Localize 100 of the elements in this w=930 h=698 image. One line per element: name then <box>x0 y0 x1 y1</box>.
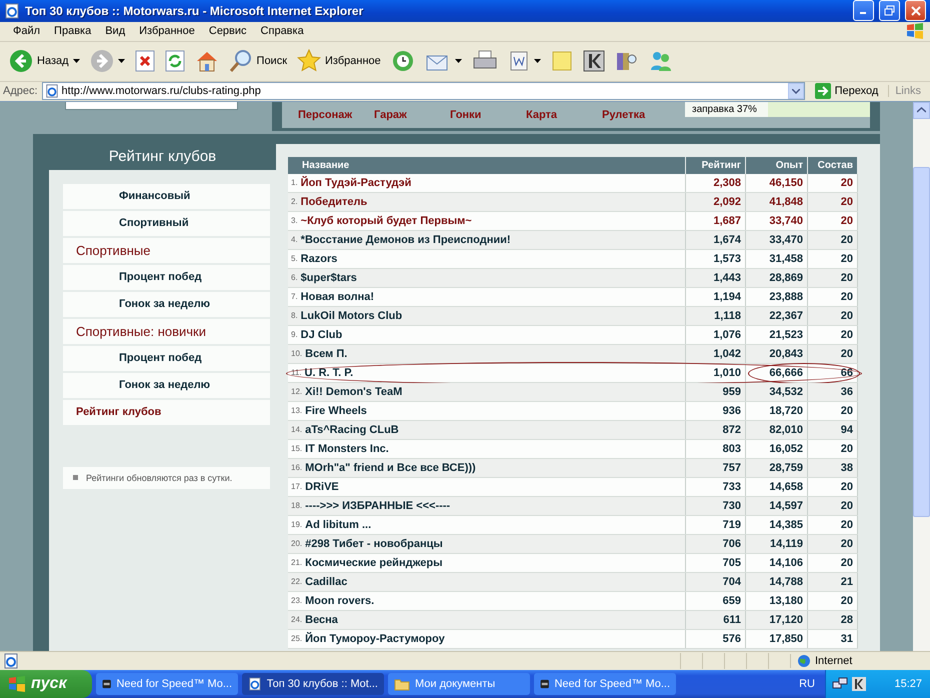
menu-item[interactable]: Файл <box>6 25 48 38</box>
club-name[interactable]: DJ Club <box>300 328 342 341</box>
rank-number: 16. <box>291 463 302 472</box>
table-cell: 576 <box>686 630 746 648</box>
rank-number: 3. <box>291 216 298 226</box>
table-cell: 41,848 <box>746 192 808 211</box>
sidebar-heading[interactable]: Спортивные: новички <box>63 318 270 344</box>
nav-link[interactable]: Персонаж <box>298 108 374 121</box>
table-cell: 38 <box>808 458 858 477</box>
club-name[interactable]: IT Monsters Inc. <box>305 442 389 455</box>
club-name[interactable]: aTs^Racing CLuB <box>305 424 399 436</box>
scroll-up-button[interactable] <box>913 102 930 119</box>
close-icon <box>910 6 920 16</box>
nav-link[interactable]: Карта <box>526 108 602 121</box>
sidebar-link[interactable]: Процент побед <box>63 346 270 371</box>
taskbar-button[interactable]: Мои документы <box>388 672 530 695</box>
sidebar-link[interactable]: Финансовый <box>63 184 270 209</box>
table-cell: 17,120 <box>746 610 808 629</box>
caret-icon[interactable] <box>454 59 462 64</box>
club-name[interactable]: $uper$tars <box>300 272 357 284</box>
club-name[interactable]: Ad libitum ... <box>305 518 372 531</box>
table-cell: 1,042 <box>686 344 746 363</box>
club-name[interactable]: Razors <box>300 252 338 265</box>
sidebar-link[interactable]: Гонок за неделю <box>63 292 270 317</box>
table-cell: 31 <box>808 630 858 648</box>
address-field[interactable]: http://www.motorwars.ru/clubs-rating.php <box>42 82 805 100</box>
club-name[interactable]: Йоп Тумороу-Растумороу <box>305 632 445 645</box>
menu-item[interactable]: Справка <box>254 25 311 38</box>
nav-link[interactable]: Гараж <box>374 108 450 121</box>
language-indicator[interactable]: RU <box>799 678 825 690</box>
menu-item[interactable]: Сервис <box>202 25 254 38</box>
windows-logo <box>906 23 924 40</box>
caret-icon[interactable] <box>118 59 125 64</box>
club-name[interactable]: ~Клуб который будет Первым~ <box>300 214 472 227</box>
club-name[interactable]: Весна <box>305 614 338 626</box>
sidebar-link[interactable]: Рейтинг клубов <box>63 400 270 425</box>
table-cell: 20 <box>808 592 858 610</box>
club-name[interactable]: Победитель <box>300 196 368 208</box>
close-button[interactable] <box>905 0 926 22</box>
table-cell: 936 <box>686 402 746 420</box>
toolbar-button[interactable]: Избранное <box>294 45 384 78</box>
app-tray-icon[interactable] <box>852 676 866 691</box>
sidebar-link[interactable]: Спортивный <box>63 210 270 236</box>
menu-item[interactable]: Правка <box>47 25 98 38</box>
go-button[interactable]: Переход <box>808 83 884 100</box>
taskbar-button[interactable]: Топ 30 клубов :: Mot... <box>242 672 384 695</box>
club-name[interactable]: Всем П. <box>305 348 348 360</box>
restore-button[interactable] <box>879 0 900 22</box>
menu-item[interactable]: Вид <box>98 25 132 38</box>
table-cell: 28 <box>808 610 858 629</box>
dropdown-button[interactable] <box>788 83 804 100</box>
club-name[interactable]: Xi!! Demon's TeaM <box>305 386 402 398</box>
club-name[interactable]: U. R. T. P. <box>304 366 354 379</box>
sidebar-link[interactable]: Процент побед <box>63 264 270 290</box>
scroll-thumb[interactable] <box>913 166 930 517</box>
research-icon <box>614 50 639 72</box>
club-name[interactable]: Fire Wheels <box>305 404 367 417</box>
club-name[interactable]: ---->>> ИЗБРАННЫЕ <<<---- <box>305 500 450 512</box>
sidebar-link[interactable]: Гонок за неделю <box>63 372 270 398</box>
table-cell: 20 <box>808 268 858 287</box>
caret-icon[interactable] <box>72 59 80 64</box>
caret-icon[interactable] <box>534 59 541 64</box>
table-cell: 1,443 <box>686 268 746 287</box>
rank-number: 9. <box>291 330 298 340</box>
toolbar-button[interactable]: Поиск <box>226 45 290 78</box>
sidebar-title: Рейтинг клубов <box>108 147 218 168</box>
club-name[interactable]: Cadillac <box>305 576 348 588</box>
nav-link[interactable]: Рулетка <box>602 108 678 121</box>
rank-number: 5. <box>291 254 298 264</box>
club-name[interactable]: Йоп Тудэй-Растудэй <box>300 176 412 189</box>
scrollbar[interactable] <box>913 102 930 652</box>
table-cell: 20 <box>808 534 858 553</box>
toolbar-button[interactable]: Назад <box>6 45 83 78</box>
taskbar-button[interactable]: Need for Speed™ Mo... <box>534 672 676 695</box>
start-button[interactable]: пуск <box>0 670 92 698</box>
rank-number: 19. <box>291 520 302 530</box>
table-cell: 31,458 <box>746 250 808 268</box>
table-cell: 730 <box>686 496 746 515</box>
table-cell: 46,150 <box>746 174 808 192</box>
bullet-icon <box>73 475 78 480</box>
taskbar-button[interactable]: Need for Speed™ Mo... <box>96 672 238 695</box>
nav-link[interactable]: Гонки <box>450 108 526 121</box>
table-cell: 2,092 <box>686 192 746 211</box>
club-name[interactable]: Moon rovers. <box>305 594 374 607</box>
club-name[interactable]: *Восстание Демонов из Преисподнии! <box>300 234 511 246</box>
table-cell: 20 <box>808 402 858 420</box>
table-cell: 20 <box>808 516 858 534</box>
club-name[interactable]: MOrh"a" friend и Все все ВСЕ))) <box>305 462 476 474</box>
club-name[interactable]: LukOil Motors Club <box>300 310 402 322</box>
club-name[interactable]: Новая волна! <box>300 290 374 303</box>
club-name[interactable]: DRiVE <box>305 480 339 493</box>
rank-number: 13. <box>291 406 302 416</box>
club-name[interactable]: Космические рейнджеры <box>305 556 442 569</box>
table-cell: 34,532 <box>746 382 808 401</box>
table-cell: 704 <box>686 572 746 591</box>
sidebar-heading[interactable]: Спортивные <box>63 238 270 263</box>
minimize-button[interactable] <box>853 0 874 22</box>
table-cell: 706 <box>686 534 746 553</box>
menu-item[interactable]: Избранное <box>132 25 202 38</box>
club-name[interactable]: #298 Тибет - новобранцы <box>305 538 443 550</box>
